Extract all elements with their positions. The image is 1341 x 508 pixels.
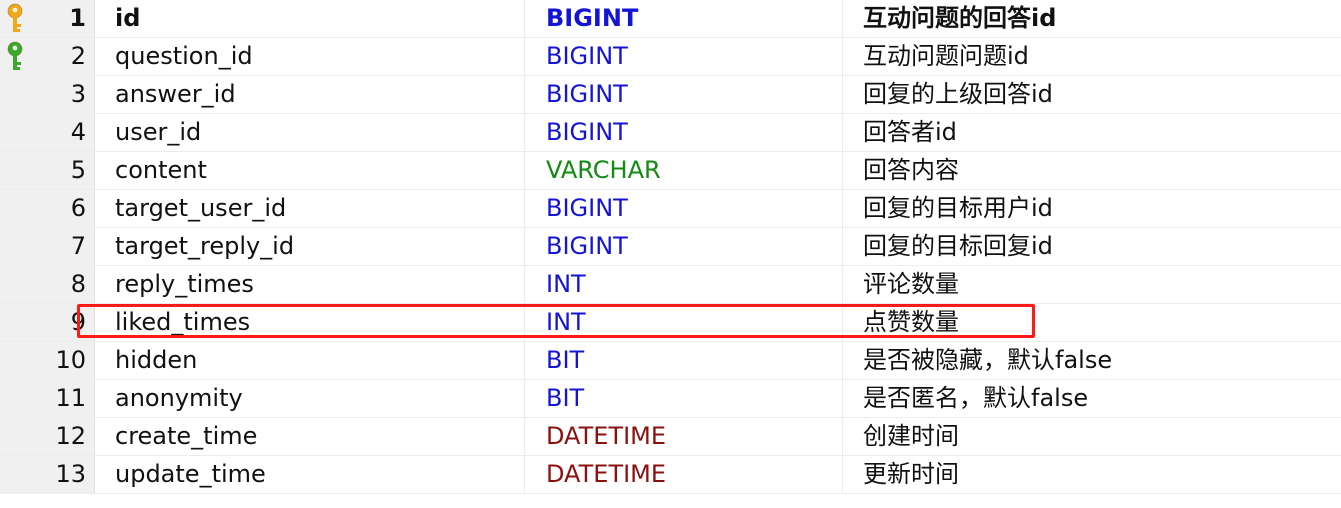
column-type-cell[interactable]: BIGINT — [546, 0, 836, 37]
column-type-cell[interactable]: VARCHAR — [546, 152, 836, 189]
column-comment-cell[interactable]: 互动问题问题id — [863, 38, 1333, 75]
row-header[interactable]: 5 — [0, 152, 95, 189]
row-number: 7 — [70, 232, 86, 260]
column-comment-cell[interactable]: 回答者id — [863, 114, 1333, 151]
column-comment-cell[interactable]: 创建时间 — [863, 418, 1333, 455]
column-type-cell[interactable]: BIT — [546, 380, 836, 417]
row-number: 2 — [70, 42, 86, 70]
row-header[interactable]: 6 — [0, 190, 95, 227]
column-comment-cell[interactable]: 互动问题的回答id — [863, 0, 1333, 37]
row-number: 8 — [70, 270, 86, 298]
row-number: 5 — [70, 156, 86, 184]
column-comment-cell[interactable]: 评论数量 — [863, 266, 1333, 303]
column-name-cell[interactable]: hidden — [115, 342, 520, 379]
column-grid: 1 id BIGINT 互动问题的回答id 2 question_id BIGINT 互动问题… — [0, 0, 1341, 494]
column-comment-cell[interactable]: 点赞数量 — [863, 304, 1333, 341]
row-header[interactable]: 1 — [0, 0, 95, 37]
row-header[interactable]: 9 — [0, 304, 95, 341]
column-comment-cell[interactable]: 回复的目标回复id — [863, 228, 1333, 265]
column-name-cell[interactable]: anonymity — [115, 380, 520, 417]
row-header[interactable]: 12 — [0, 418, 95, 455]
row-header[interactable]: 8 — [0, 266, 95, 303]
column-comment-cell[interactable]: 回答内容 — [863, 152, 1333, 189]
table-row[interactable]: 1 id BIGINT 互动问题的回答id — [0, 0, 1341, 38]
column-comment-cell[interactable]: 是否被隐藏，默认false — [863, 342, 1333, 379]
row-number: 13 — [55, 460, 86, 488]
row-header[interactable]: 7 — [0, 228, 95, 265]
column-type-cell[interactable]: BIGINT — [546, 228, 836, 265]
table-row[interactable]: 9 liked_times INT 点赞数量 — [0, 304, 1341, 342]
row-header[interactable]: 4 — [0, 114, 95, 151]
column-name-cell[interactable]: target_user_id — [115, 190, 520, 227]
column-type-cell[interactable]: BIGINT — [546, 38, 836, 75]
table-row[interactable]: 8 reply_times INT 评论数量 — [0, 266, 1341, 304]
column-type-cell[interactable]: BIGINT — [546, 190, 836, 227]
row-number: 3 — [70, 80, 86, 108]
table-row[interactable]: 6 target_user_id BIGINT 回复的目标用户id — [0, 190, 1341, 228]
column-type-cell[interactable]: INT — [546, 266, 836, 303]
column-name-cell[interactable]: reply_times — [115, 266, 520, 303]
row-number: 1 — [69, 4, 86, 32]
row-header[interactable]: 13 — [0, 456, 95, 493]
table-row[interactable]: 3 answer_id BIGINT 回复的上级回答id — [0, 76, 1341, 114]
column-type-cell[interactable]: BIGINT — [546, 76, 836, 113]
table-row[interactable]: 13 update_time DATETIME 更新时间 — [0, 456, 1341, 494]
row-number: 9 — [70, 308, 86, 336]
column-name-cell[interactable]: liked_times — [115, 304, 520, 341]
column-type-cell[interactable]: DATETIME — [546, 418, 836, 455]
table-row[interactable]: 11 anonymity BIT 是否匿名，默认false — [0, 380, 1341, 418]
column-type-cell[interactable]: BIT — [546, 342, 836, 379]
column-comment-cell[interactable]: 更新时间 — [863, 456, 1333, 493]
row-number: 12 — [55, 422, 86, 450]
table-row[interactable]: 10 hidden BIT 是否被隐藏，默认false — [0, 342, 1341, 380]
row-number: 10 — [55, 346, 86, 374]
column-comment-cell[interactable]: 回复的上级回答id — [863, 76, 1333, 113]
row-header[interactable]: 10 — [0, 342, 95, 379]
column-comment-cell[interactable]: 回复的目标用户id — [863, 190, 1333, 227]
column-name-cell[interactable]: content — [115, 152, 520, 189]
column-name-cell[interactable]: id — [115, 0, 520, 37]
primary-key-icon — [7, 3, 23, 32]
column-name-cell[interactable]: update_time — [115, 456, 520, 493]
row-header[interactable]: 2 — [0, 38, 95, 75]
foreign-key-icon — [7, 41, 23, 70]
table-row[interactable]: 5 content VARCHAR 回答内容 — [0, 152, 1341, 190]
row-number: 6 — [70, 194, 86, 222]
table-row[interactable]: 7 target_reply_id BIGINT 回复的目标回复id — [0, 228, 1341, 266]
row-number: 11 — [55, 384, 86, 412]
column-name-cell[interactable]: user_id — [115, 114, 520, 151]
row-header[interactable]: 11 — [0, 380, 95, 417]
column-type-cell[interactable]: BIGINT — [546, 114, 836, 151]
column-name-cell[interactable]: create_time — [115, 418, 520, 455]
column-type-cell[interactable]: INT — [546, 304, 836, 341]
column-name-cell[interactable]: question_id — [115, 38, 520, 75]
table-row[interactable]: 12 create_time DATETIME 创建时间 — [0, 418, 1341, 456]
column-type-cell[interactable]: DATETIME — [546, 456, 836, 493]
column-name-cell[interactable]: answer_id — [115, 76, 520, 113]
row-header[interactable]: 3 — [0, 76, 95, 113]
table-row[interactable]: 4 user_id BIGINT 回答者id — [0, 114, 1341, 152]
column-name-cell[interactable]: target_reply_id — [115, 228, 520, 265]
column-comment-cell[interactable]: 是否匿名，默认false — [863, 380, 1333, 417]
table-row[interactable]: 2 question_id BIGINT 互动问题问题id — [0, 38, 1341, 76]
row-number: 4 — [70, 118, 86, 146]
